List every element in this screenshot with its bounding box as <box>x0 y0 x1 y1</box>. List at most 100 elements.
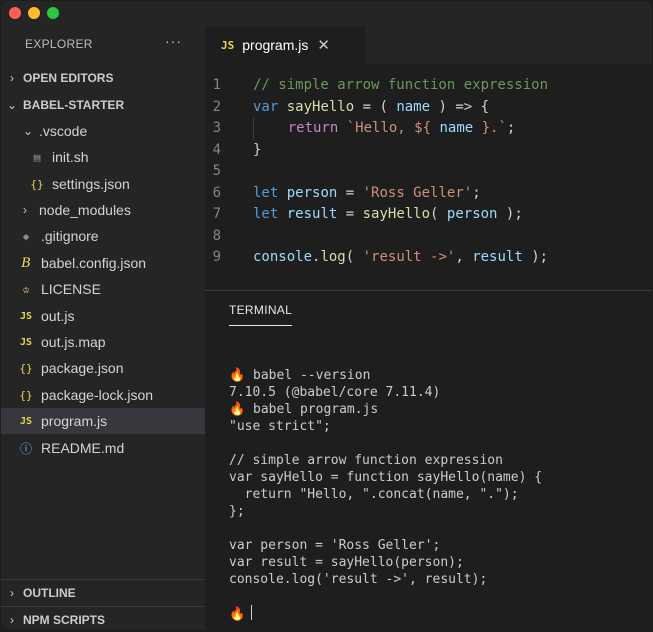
terminal-line: // simple arrow function expression <box>229 452 542 469</box>
line-number: 3 <box>212 120 221 136</box>
terminal-line: 🔥 babel --version <box>229 367 542 384</box>
section-project[interactable]: ⌄ BABEL-STARTER <box>1 93 205 117</box>
tree-file-out-js-map[interactable]: JS out.js.map <box>1 329 205 355</box>
terminal-output[interactable]: 🔥 babel --version 7.10.5 (@babel/core 7.1… <box>229 367 542 622</box>
babel-icon: B <box>21 255 31 271</box>
section-npm-scripts[interactable]: › NPM SCRIPTS <box>1 608 205 630</box>
close-window-button[interactable] <box>9 7 21 19</box>
terminal-text: var result = sayHello(person); <box>229 555 464 570</box>
json-icon: {} <box>19 361 33 375</box>
tree-file-out-js[interactable]: JS out.js <box>1 303 205 329</box>
tree-file-license[interactable]: ♔ LICENSE <box>1 276 205 302</box>
terminal-line: 7.10.5 (@babel/core 7.11.4) <box>229 384 542 401</box>
chevron-right-icon: › <box>10 613 14 627</box>
divider <box>1 606 205 607</box>
explorer-sidebar: EXPLORER ··· › OPEN EDITORS ⌄ BABEL-STAR… <box>1 1 205 630</box>
code-function-name: sayHello <box>362 206 431 222</box>
code-line: 8 <box>205 226 652 248</box>
code-operator: = <box>337 184 363 201</box>
code-keyword: var <box>253 98 279 115</box>
section-open-editors[interactable]: › OPEN EDITORS <box>1 66 205 90</box>
line-number: 4 <box>212 141 221 158</box>
code-operator: = <box>337 206 363 222</box>
tab-terminal[interactable]: TERMINAL <box>229 303 293 326</box>
code-variable: name <box>431 120 482 136</box>
tree-folder-vscode[interactable]: ⌄ .vscode <box>1 118 205 144</box>
terminal-line: var sayHello = function sayHello(name) { <box>229 469 542 486</box>
code-function-name: sayHello <box>286 98 355 115</box>
fire-icon: 🔥 <box>229 402 246 417</box>
code-line: 2 var sayHello = ( name ) => { <box>205 97 652 119</box>
terminal-line: "use strict"; <box>229 418 542 435</box>
code-operator: ; <box>472 184 481 201</box>
terminal-text: var person = 'Ross Geller'; <box>229 538 441 553</box>
section-label: NPM SCRIPTS <box>23 613 106 627</box>
tree-item-label: README.md <box>41 440 125 456</box>
tree-item-label: package.json <box>41 360 124 376</box>
tree-file-package-lock[interactable]: {} package-lock.json <box>1 382 205 408</box>
code-line: 5 <box>205 161 652 183</box>
section-outline[interactable]: › OUTLINE <box>1 581 205 605</box>
close-tab-icon[interactable]: ✕ <box>317 36 330 54</box>
code-keyword: let <box>253 206 279 222</box>
maximize-window-button[interactable] <box>47 7 59 19</box>
terminal-line: return "Hello, ".concat(name, "."); <box>229 486 542 503</box>
tab-label: program.js <box>242 37 309 53</box>
indent-guide <box>253 118 254 140</box>
tree-file-gitignore[interactable]: ◆ .gitignore <box>1 223 205 249</box>
chevron-right-icon: › <box>23 203 27 217</box>
more-actions-icon[interactable]: ··· <box>165 33 182 49</box>
line-number: 2 <box>212 98 221 115</box>
tree-folder-node-modules[interactable]: › node_modules <box>1 197 205 223</box>
tree-file-babel-config[interactable]: B babel.config.json <box>1 250 205 276</box>
terminal-text: // simple arrow function expression <box>229 453 503 468</box>
tree-item-label: .gitignore <box>41 228 99 244</box>
info-icon: ⓘ <box>19 441 32 456</box>
line-number: 8 <box>212 227 221 244</box>
line-number: 7 <box>212 206 221 222</box>
js-icon: JS <box>19 310 33 322</box>
code-function-name: log <box>320 249 346 265</box>
terminal-text: "use strict"; <box>229 419 331 434</box>
tree-file-readme[interactable]: ⓘ README.md <box>1 435 205 461</box>
minimize-window-button[interactable] <box>28 7 40 19</box>
code-operator: , <box>455 249 473 265</box>
code-line: 4 } <box>205 140 652 162</box>
code-line: 9 console.log( 'result ->', result ); <box>205 247 652 269</box>
code-editor[interactable]: 1 // simple arrow function expression 2 … <box>205 75 652 269</box>
tree-item-label: out.js.map <box>41 334 106 350</box>
tree-item-label: settings.json <box>52 176 130 192</box>
tab-bar: JS program.js ✕ <box>205 1 652 64</box>
json-icon: {} <box>30 177 44 191</box>
terminal-text: babel program.js <box>245 402 379 417</box>
terminal-line: 🔥 babel program.js <box>229 401 542 418</box>
tree-item-label: init.sh <box>52 149 89 165</box>
code-operator: ; <box>506 120 516 136</box>
tree-file-settings-json[interactable]: {} settings.json <box>1 171 205 197</box>
tree-item-label: .vscode <box>39 123 88 139</box>
line-number: 5 <box>212 163 221 179</box>
code-string: 'Ross Geller' <box>362 184 473 201</box>
chevron-right-icon: › <box>10 586 14 600</box>
license-icon: ♔ <box>22 282 30 296</box>
tree-item-label: babel.config.json <box>41 255 147 271</box>
tab-program-js[interactable]: JS program.js ✕ <box>205 26 365 64</box>
tree-item-label: LICENSE <box>41 281 101 297</box>
tree-file-init-sh[interactable]: ▤ init.sh <box>1 144 205 170</box>
line-number: 9 <box>212 249 221 265</box>
code-variable: person <box>446 206 498 222</box>
terminal-line: var person = 'Ross Geller'; <box>229 537 542 554</box>
json-icon: {} <box>19 388 33 402</box>
terminal-line: }; <box>229 503 542 520</box>
code-line: 6 let person = 'Ross Geller'; <box>205 183 652 205</box>
terminal-line: 🔥 <box>229 605 542 622</box>
terminal-cursor <box>251 605 253 620</box>
terminal-line: var result = sayHello(person); <box>229 554 542 571</box>
chevron-down-icon: ⌄ <box>23 124 34 138</box>
code-operator: ( <box>345 249 363 265</box>
tree-file-program-js[interactable]: JS program.js <box>1 408 205 434</box>
tree-item-label: out.js <box>41 308 75 324</box>
tree-file-package-json[interactable]: {} package.json <box>1 355 205 381</box>
code-line: 3 return `Hello, ${ name }.`; <box>205 118 652 140</box>
